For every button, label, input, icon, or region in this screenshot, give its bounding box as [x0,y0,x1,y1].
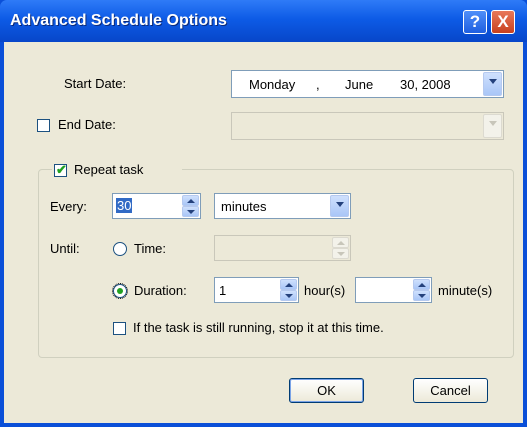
start-date-label: Start Date: [64,76,127,91]
end-date-label[interactable]: End Date: [58,117,116,132]
hours-unit-label: hour(s) [304,283,346,298]
time-stepper[interactable] [214,235,351,261]
arrow-up-icon [285,283,293,287]
hours-increment-button[interactable] [280,279,297,290]
time-label[interactable]: Time: [134,241,166,256]
hours-decrement-button[interactable] [280,290,297,301]
time-spinner[interactable] [332,237,349,259]
duration-hours-stepper[interactable]: 1 [214,277,299,303]
duration-radio[interactable] [112,283,128,299]
stop-task-checkbox[interactable] [113,322,126,335]
help-icon: ? [469,12,481,31]
arrow-up-icon [337,241,345,245]
title-bar[interactable]: Advanced Schedule Options ? X [0,0,527,42]
duration-minutes-stepper[interactable] [355,277,432,303]
arrow-up-icon [187,199,195,203]
ok-button[interactable]: OK [289,378,364,403]
arrow-down-icon [418,294,426,298]
every-value[interactable]: 30 [116,198,133,213]
every-increment-button[interactable] [182,195,199,206]
every-value-stepper[interactable]: 30 [112,193,201,219]
every-value-wrapper: 30 [116,198,133,213]
start-date-dropdown-button[interactable] [483,72,502,96]
start-date-picker[interactable]: Monday , June 30, 2008 [231,70,504,98]
minutes-increment-button[interactable] [413,279,430,290]
repeat-task-header: ✔ Repeat task [52,160,182,180]
chevron-down-icon [336,202,344,207]
repeat-task-checkbox[interactable]: ✔ [54,162,67,177]
minutes-unit-label: minute(s) [438,283,493,298]
help-button[interactable]: ? [463,10,487,34]
time-radio[interactable] [113,242,127,256]
repeat-task-label[interactable]: Repeat task [74,162,143,177]
start-date-weekday[interactable]: Monday [249,77,295,92]
duration-label[interactable]: Duration: [134,283,187,298]
every-decrement-button[interactable] [182,206,199,217]
time-decrement-button[interactable] [332,248,349,259]
cancel-button[interactable]: Cancel [413,378,488,403]
dialog-window: Advanced Schedule Options ? X Start Date… [0,0,527,427]
minutes-spinner[interactable] [413,279,430,301]
every-spinner[interactable] [182,195,199,217]
arrow-up-icon [418,283,426,287]
arrow-down-icon [187,210,195,214]
minutes-decrement-button[interactable] [413,290,430,301]
dialog-body: Start Date: Monday , June 30, 2008 End D… [4,42,523,423]
until-label: Until: [50,241,80,256]
hours-spinner[interactable] [280,279,297,301]
arrow-down-icon [337,252,345,256]
every-unit-select[interactable]: minutes [214,193,351,219]
end-date-picker[interactable] [231,112,504,140]
window-title: Advanced Schedule Options [10,12,227,29]
radio-selected-dot [117,288,123,294]
checkmark-icon: ✔ [56,162,67,177]
end-date-dropdown-button[interactable] [483,114,502,138]
chevron-down-icon [489,79,497,84]
every-unit-value: minutes [221,199,267,214]
end-date-checkbox[interactable] [37,119,50,132]
start-date-month[interactable]: June [345,77,373,92]
arrow-down-icon [285,294,293,298]
time-increment-button[interactable] [332,237,349,248]
start-date-day-year[interactable]: 30, 2008 [400,77,451,92]
stop-task-label[interactable]: If the task is still running, stop it at… [133,320,384,335]
every-unit-dropdown-button[interactable] [330,195,349,217]
close-icon: X [497,12,509,31]
every-label: Every: [50,199,87,214]
start-date-separator: , [316,77,320,92]
close-button[interactable]: X [491,10,515,34]
duration-hours-value[interactable]: 1 [219,283,226,298]
chevron-down-icon [489,121,497,126]
